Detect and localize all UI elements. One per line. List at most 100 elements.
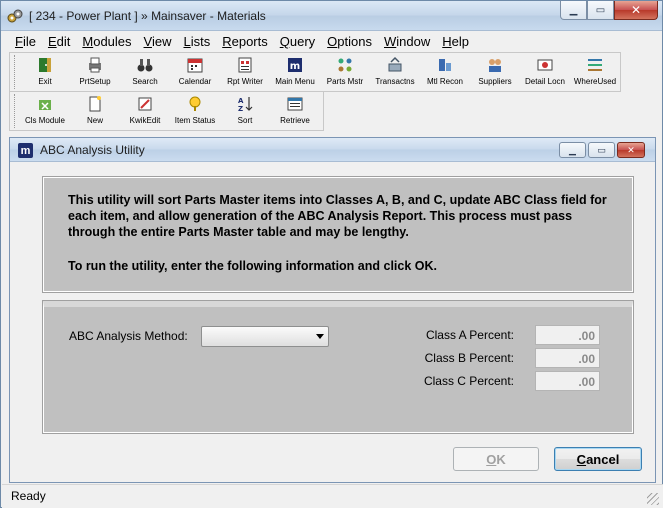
maximize-icon: ▭ [595,4,606,16]
menu-help[interactable]: Help [436,31,475,51]
status-bar: Ready [2,484,663,508]
toolbar-button-label: Rpt Writer [227,77,263,86]
info-paragraph: This utility will sort Parts Master item… [68,193,607,239]
suppliers-icon [486,56,504,74]
toolbar-button-label: Search [132,77,158,86]
resize-grip[interactable] [647,493,659,505]
info-instruction: To run the utility, enter the following … [68,259,437,273]
dialog-window-controls: ▁ ▭ ✕ [559,142,645,158]
cancel-button[interactable]: Cancel [554,447,642,471]
toolbar-button-parts-mstr[interactable]: Parts Mstr [320,53,370,91]
main-toolbar: Exit PrtSetup Search Calendar Rpt Writer m Mai… [9,52,621,92]
minimize-icon: ▁ [569,144,576,155]
mainsaver-logo-icon: m [18,143,33,158]
toolbar-button-label: Suppliers [478,77,512,86]
toolbar-button-retrieve[interactable]: Retrieve [270,92,320,130]
main-menu-icon: m [286,56,304,74]
toolbar-button-prtsetup[interactable]: PrtSetup [70,53,120,91]
method-dropdown[interactable] [201,326,329,347]
toolbar-button-label: Cls Module [24,116,65,125]
abc-analysis-window: m ABC Analysis Utility ▁ ▭ ✕ This utilit… [9,137,656,483]
minimize-icon: ▁ [569,4,578,16]
dialog-close-button[interactable]: ✕ [617,142,645,158]
ok-button[interactable]: OK [453,447,539,471]
close-module-icon [36,95,54,113]
toolbar-button-transactns[interactable]: Transactns [370,53,420,91]
window-title: [ 234 - Power Plant ] » Mainsaver - Mate… [29,9,266,23]
menu-edit[interactable]: Edit [42,31,76,51]
toolbar-button-main-menu[interactable]: m Main Menu [270,53,320,91]
toolbar-button-kwikedit[interactable]: KwikEdit [120,92,170,130]
toolbar-button-whereused[interactable]: WhereUsed [570,53,620,91]
detail-location-icon [536,56,554,74]
class-a-percent-input[interactable]: .00 [535,325,600,345]
ok-label: OK [486,451,506,467]
toolbar-button-cls-module[interactable]: Cls Module [20,92,70,130]
toolbar-button-exit[interactable]: Exit [20,53,70,91]
parameters-panel: ABC Analysis Method: Class A Percent: .0… [42,300,634,434]
dialog-maximize-button[interactable]: ▭ [588,142,615,158]
new-icon [86,95,104,113]
minimize-button[interactable]: ▁ [560,1,587,20]
class-b-percent-input[interactable]: .00 [535,348,600,368]
toolbar-button-label: KwikEdit [129,116,161,125]
kwikedit-icon [136,95,154,113]
toolbar-button-sort[interactable]: A Z Sort [220,92,270,130]
calendar-icon [186,56,204,74]
toolbar-button-rpt-writer[interactable]: Rpt Writer [220,53,270,91]
dialog-title-bar[interactable]: m ABC Analysis Utility ▁ ▭ ✕ [10,138,655,162]
toolbar-button-new[interactable]: New [70,92,120,130]
toolbar-button-label: Mtl Recon [426,77,463,86]
binoculars-icon [136,56,154,74]
report-writer-icon [236,56,254,74]
toolbar-button-label: Calendar [178,77,212,86]
class-c-percent-input[interactable]: .00 [535,371,600,391]
menu-modules[interactable]: Modules [76,31,137,51]
menu-reports[interactable]: Reports [216,31,274,51]
menu-window[interactable]: Window [378,31,436,51]
material-recon-icon [436,56,454,74]
toolbar-button-label: PrtSetup [79,77,111,86]
toolbar-button-calendar[interactable]: Calendar [170,53,220,91]
menu-view[interactable]: View [138,31,178,51]
toolbar-button-label: WhereUsed [573,77,617,86]
dialog-minimize-button[interactable]: ▁ [559,142,586,158]
toolbar-button-label: Detail Locn [524,77,566,86]
window-controls: ▁ ▭ ✕ [560,1,658,21]
transactions-icon [386,56,404,74]
status-text: Ready [11,489,46,503]
parts-master-icon [336,56,354,74]
dialog-title: ABC Analysis Utility [40,143,145,157]
where-used-icon [586,56,604,74]
printer-icon [86,56,104,74]
toolbar-button-mtl-recon[interactable]: Mtl Recon [420,53,470,91]
menu-file[interactable]: File [9,31,42,51]
svg-text:m: m [290,61,300,72]
close-button[interactable]: ✕ [614,1,658,20]
toolbar-button-search[interactable]: Search [120,53,170,91]
sort-icon: AZ [236,95,254,113]
toolbar-button-detail-locn[interactable]: Detail Locn [520,53,570,91]
app-icon [7,9,23,23]
cancel-label: Cancel [576,451,620,467]
main-window: [ 234 - Power Plant ] » Mainsaver - Mate… [0,0,663,508]
title-bar[interactable]: [ 234 - Power Plant ] » Mainsaver - Mate… [1,1,662,31]
toolbar-button-suppliers[interactable]: Suppliers [470,53,520,91]
chevron-down-icon [316,334,324,339]
menu-query[interactable]: Query [274,31,321,51]
menu-lists[interactable]: Lists [177,31,216,51]
toolbar-grip[interactable] [14,94,17,128]
toolbar-button-item-status[interactable]: Item Status [170,92,220,130]
maximize-icon: ▭ [597,144,606,155]
info-panel: This utility will sort Parts Master item… [42,176,634,293]
exit-icon [36,56,54,74]
toolbar-button-label: New [86,116,103,125]
maximize-button[interactable]: ▭ [587,1,614,20]
item-status-icon [186,95,204,113]
toolbar-button-label: Transactns [375,77,415,86]
menu-bar: File Edit Modules View Lists Reports Query Opti… [1,31,662,51]
toolbar-grip[interactable] [14,55,17,89]
retrieve-icon [286,95,304,113]
info-text: This utility will sort Parts Master item… [68,192,613,274]
menu-options[interactable]: Options [321,31,378,51]
